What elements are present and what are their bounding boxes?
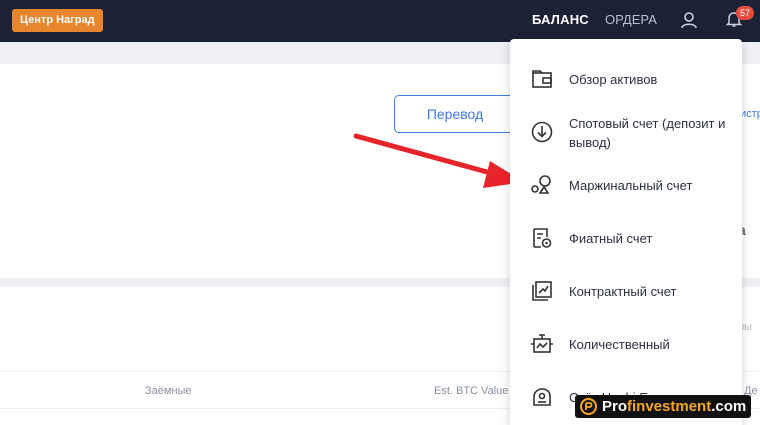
quant-bot-icon (531, 334, 553, 353)
menu-item-label: Фиатный счет (569, 231, 653, 246)
user-icon[interactable] (680, 11, 698, 29)
profinvestment-logo-icon (580, 398, 597, 415)
menu-item-label: Количественный (569, 337, 670, 352)
top-navigation-bar: Центр Наград БАЛАНС ОРДЕРА 57 (0, 0, 760, 42)
contract-chart-icon (532, 281, 552, 301)
partial-right-link[interactable]: истр (740, 108, 760, 120)
notification-badge: 57 (736, 6, 754, 20)
download-circle-icon (531, 121, 553, 143)
menu-item-label: Обзор активов (569, 72, 658, 87)
menu-item-spot-account[interactable]: Спотовый счет (депозит и вывод) (510, 112, 742, 156)
wallet-icon (532, 70, 552, 88)
menu-item-fiat-account[interactable]: Фиатный счет (510, 218, 742, 258)
menu-item-label: Контрактный счет (569, 284, 677, 299)
nav-balance-link[interactable]: БАЛАНС (532, 12, 589, 27)
profinvestment-watermark: Profinvestment.com (575, 395, 751, 418)
watermark-middle: finvestment (627, 398, 712, 415)
earn-icon (533, 388, 551, 406)
menu-item-quant[interactable]: Количественный (510, 324, 742, 364)
fiat-doc-icon (533, 228, 552, 248)
margin-balance-icon (531, 175, 551, 194)
balance-dropdown-menu: Обзор активов Спотовый счет (депозит и в… (510, 39, 742, 425)
watermark-prefix: Pro (602, 398, 628, 415)
column-btc-value: Est. BTC Value (434, 385, 509, 397)
menu-item-assets-overview[interactable]: Обзор активов (510, 59, 742, 99)
column-borrowed: Заёмные (145, 385, 192, 397)
nav-orders-link[interactable]: ОРДЕРА (605, 12, 657, 27)
menu-item-label: Маржинальный счет (569, 178, 693, 193)
menu-item-label: Спотовый счет (депозит и вывод) (569, 116, 726, 150)
watermark-suffix: .com (711, 398, 747, 415)
transfer-button[interactable]: Перевод (394, 95, 516, 133)
menu-item-contract-account[interactable]: Контрактный счет (510, 271, 742, 311)
menu-item-margin-account[interactable]: Маржинальный счет (510, 165, 742, 205)
reward-center-button[interactable]: Центр Наград (12, 9, 103, 32)
